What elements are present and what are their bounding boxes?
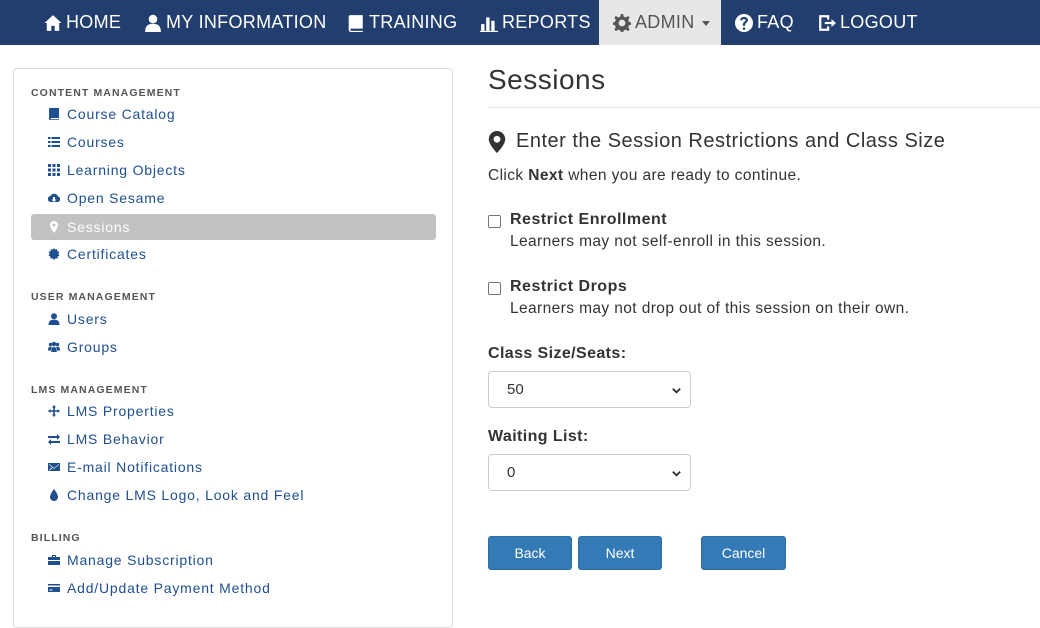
sidebar-item-label: Course Catalog (67, 106, 176, 122)
nav-faq[interactable]: FAQ (735, 0, 794, 45)
nav-training[interactable]: TRAINING (347, 0, 457, 45)
sidebar-item-label: Sessions (67, 219, 131, 235)
grid-icon (48, 164, 60, 176)
book-icon (348, 14, 363, 32)
top-navigation-bar: HOME MY INFORMATION TRAINING REPORTS ADM… (0, 0, 1040, 45)
restrict-drops-label[interactable]: Restrict Drops (510, 278, 627, 296)
sidebar-item-label: Users (67, 311, 108, 327)
transfer-icon (48, 434, 60, 445)
sidebar-item-label: Groups (67, 339, 118, 355)
sidebar-item-add-update-payment-method[interactable]: Add/Update Payment Method (31, 575, 436, 601)
sidebar-item-course-catalog[interactable]: Course Catalog (31, 101, 436, 127)
user-icon (145, 14, 161, 32)
question-circle-icon (735, 13, 753, 32)
sidebar-heading-lms-management: LMS MANAGEMENT (31, 384, 148, 396)
book-icon (49, 108, 59, 120)
class-size-value: 50 (507, 381, 524, 398)
sidebar-item-label: Learning Objects (67, 162, 186, 178)
sidebar-item-groups[interactable]: Groups (31, 334, 436, 360)
nav-reports[interactable]: REPORTS (480, 0, 591, 45)
cloud-download-icon (48, 193, 60, 203)
step-heading-text: Enter the Session Restrictions and Class… (516, 130, 946, 152)
user-icon (48, 313, 60, 325)
nav-admin-dropdown[interactable]: ADMIN (599, 0, 721, 45)
restrict-drops-checkbox[interactable] (488, 282, 501, 295)
caret-down-icon (701, 21, 710, 26)
sidebar-heading-billing: BILLING (31, 532, 81, 544)
bar-chart-icon (480, 16, 498, 32)
credit-card-icon (48, 584, 60, 592)
sidebar-item-label: Manage Subscription (67, 552, 214, 568)
restrict-enrollment-label[interactable]: Restrict Enrollment (510, 211, 667, 229)
sidebar-item-label: Change LMS Logo, Look and Feel (67, 487, 305, 503)
chevron-down-icon (672, 388, 681, 394)
sidebar-item-sessions[interactable]: Sessions (31, 214, 436, 240)
restrict-enrollment-checkbox[interactable] (488, 215, 501, 228)
admin-sidebar: CONTENT MANAGEMENT Course Catalog Course… (13, 68, 453, 628)
sidebar-item-change-lms-logo[interactable]: Change LMS Logo, Look and Feel (31, 482, 436, 508)
map-marker-icon (50, 221, 58, 233)
class-size-label: Class Size/Seats: (488, 345, 627, 362)
list-icon (48, 137, 60, 147)
instruction-text: Click Next when you are ready to continu… (488, 167, 801, 185)
instruction-before: Click (488, 167, 529, 184)
sign-out-icon (819, 14, 836, 31)
nav-logout-label: LOGOUT (840, 12, 918, 32)
sidebar-item-label: LMS Properties (67, 403, 175, 419)
move-icon (48, 405, 60, 417)
class-size-select[interactable]: 50 (488, 371, 691, 408)
waiting-list-value: 0 (507, 464, 516, 481)
waiting-list-label: Waiting List: (488, 428, 589, 445)
sidebar-item-label: E-mail Notifications (67, 459, 203, 475)
cancel-button[interactable]: Cancel (701, 536, 786, 570)
nav-home-label: HOME (66, 12, 122, 32)
sidebar-item-open-sesame[interactable]: Open Sesame (31, 185, 436, 211)
sidebar-item-manage-subscription[interactable]: Manage Subscription (31, 547, 436, 573)
step-heading: Enter the Session Restrictions and Class… (488, 130, 945, 153)
nav-home[interactable]: HOME (44, 0, 121, 45)
sidebar-item-email-notifications[interactable]: E-mail Notifications (31, 454, 436, 480)
sidebar-item-users[interactable]: Users (31, 306, 436, 332)
sidebar-item-lms-behavior[interactable]: LMS Behavior (31, 426, 436, 452)
next-button[interactable]: Next (578, 536, 662, 570)
sidebar-item-label: Certificates (67, 246, 147, 262)
tint-icon (50, 489, 58, 501)
nav-my-information[interactable]: MY INFORMATION (144, 0, 327, 45)
nav-my-information-label: MY INFORMATION (166, 12, 327, 32)
sidebar-item-courses[interactable]: Courses (31, 129, 436, 155)
group-icon (48, 341, 60, 352)
sidebar-item-label: Add/Update Payment Method (67, 580, 271, 596)
envelope-icon (48, 463, 60, 471)
home-icon (44, 14, 62, 31)
sidebar-item-lms-properties[interactable]: LMS Properties (31, 398, 436, 424)
sidebar-heading-content-management: CONTENT MANAGEMENT (31, 87, 181, 99)
chevron-down-icon (672, 471, 681, 477)
nav-reports-label: REPORTS (502, 12, 591, 32)
nav-faq-label: FAQ (757, 12, 794, 32)
sidebar-heading-user-management: USER MANAGEMENT (31, 291, 157, 303)
sidebar-item-label: LMS Behavior (67, 431, 165, 447)
certificate-icon (48, 248, 60, 260)
sidebar-item-label: Open Sesame (67, 190, 166, 206)
instruction-after: when you are ready to continue. (563, 167, 802, 184)
nav-training-label: TRAINING (369, 12, 458, 32)
restrict-enrollment-description: Learners may not self-enroll in this ses… (510, 233, 827, 250)
instruction-next-emphasis: Next (528, 167, 564, 184)
nav-admin-label: ADMIN (635, 12, 695, 32)
page-title: Sessions (488, 64, 606, 95)
briefcase-icon (48, 555, 60, 565)
title-divider (488, 107, 1040, 108)
sidebar-item-learning-objects[interactable]: Learning Objects (31, 157, 436, 183)
waiting-list-select[interactable]: 0 (488, 454, 691, 491)
back-button[interactable]: Back (488, 536, 572, 570)
map-marker-icon (488, 130, 506, 153)
nav-logout[interactable]: LOGOUT (818, 0, 918, 45)
gear-icon (613, 13, 631, 32)
sidebar-item-certificates[interactable]: Certificates (31, 241, 436, 267)
sidebar-item-label: Courses (67, 134, 125, 150)
restrict-drops-description: Learners may not drop out of this sessio… (510, 300, 910, 317)
